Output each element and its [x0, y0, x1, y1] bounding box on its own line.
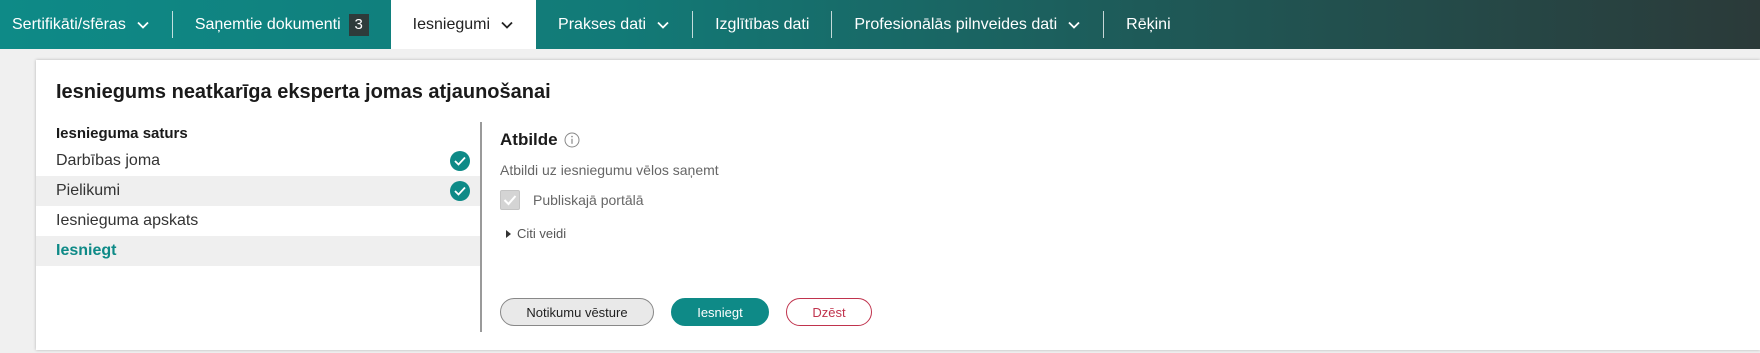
step-label: Pielikumi — [56, 182, 121, 199]
chevron-down-icon — [1067, 18, 1081, 32]
public-portal-checkbox[interactable] — [500, 190, 520, 210]
public-portal-option: Publiskajā portālā — [500, 190, 1700, 210]
count-badge: 3 — [348, 13, 369, 36]
chevron-down-icon — [500, 18, 514, 32]
nav-item-label: Prakses dati — [558, 15, 647, 33]
page-title: Iesniegums neatkarīga eksperta jomas atj… — [56, 81, 551, 103]
nav-item-label: Saņemtie dokumenti — [194, 15, 341, 33]
nav-item-invoices[interactable]: Rēķini — [1104, 0, 1192, 49]
nav-item-certificates[interactable]: Sertifikāti/sfēras — [0, 0, 172, 49]
chevron-down-icon — [656, 18, 670, 32]
step-item-attachments[interactable]: Pielikumi — [36, 176, 480, 206]
other-ways-toggle[interactable]: Citi veidi — [500, 226, 1700, 241]
checkbox-label: Publiskajā portālā — [533, 192, 644, 208]
action-buttons: Notikumu vēsture Iesniegt Dzēst — [500, 298, 872, 326]
submit-button[interactable]: Iesniegt — [671, 298, 769, 326]
nav-item-practice-data[interactable]: Prakses dati — [536, 0, 692, 49]
nav-item-received-documents[interactable]: Saņemtie dokumenti 3 — [173, 0, 391, 49]
application-card: Iesniegums neatkarīga eksperta jomas atj… — [36, 60, 1760, 350]
nav-item-label: Sertifikāti/sfēras — [12, 15, 126, 33]
step-label: Iesnieguma apskats — [56, 212, 199, 229]
step-item-scope[interactable]: Darbības joma — [36, 146, 480, 176]
check-circle-icon — [450, 181, 470, 201]
answer-subtitle: Atbildi uz iesniegumu vēlos saņemt — [500, 162, 719, 178]
vertical-divider — [480, 122, 482, 332]
nav-item-professional-development[interactable]: Profesionālās pilnveides dati — [832, 0, 1103, 49]
answer-heading: Atbilde — [500, 130, 1700, 150]
caret-right-icon — [506, 229, 511, 238]
event-history-button[interactable]: Notikumu vēsture — [500, 298, 654, 326]
check-circle-icon — [450, 151, 470, 171]
nav-item-label: Rēķini — [1126, 15, 1171, 33]
answer-section: Atbilde Atbildi uz iesniegumu vēlos saņe… — [500, 130, 1700, 241]
step-item-review[interactable]: Iesnieguma apskats — [36, 206, 480, 236]
delete-button[interactable]: Dzēst — [786, 298, 872, 326]
other-ways-label: Citi veidi — [517, 226, 567, 241]
nav-item-education-data[interactable]: Izglītības dati — [693, 0, 831, 49]
nav-item-applications[interactable]: Iesniegumi — [390, 0, 537, 49]
nav-item-label: Profesionālās pilnveides dati — [854, 15, 1058, 33]
answer-title: Atbilde — [500, 130, 558, 149]
nav-item-label: Izglītības dati — [715, 15, 810, 33]
application-steps-sidebar: Iesnieguma saturs Darbības joma Pielikum… — [36, 122, 480, 266]
step-label: Iesniegt — [56, 242, 117, 259]
top-navigation: Sertifikāti/sfēras Saņemtie dokumenti 3 … — [0, 0, 1760, 49]
sidebar-heading: Iesnieguma saturs — [56, 125, 188, 142]
chevron-down-icon — [136, 18, 150, 32]
step-item-submit[interactable]: Iesniegt — [36, 236, 480, 266]
step-label: Darbības joma — [56, 152, 161, 169]
nav-item-label: Iesniegumi — [412, 15, 491, 33]
info-icon[interactable] — [564, 132, 580, 148]
